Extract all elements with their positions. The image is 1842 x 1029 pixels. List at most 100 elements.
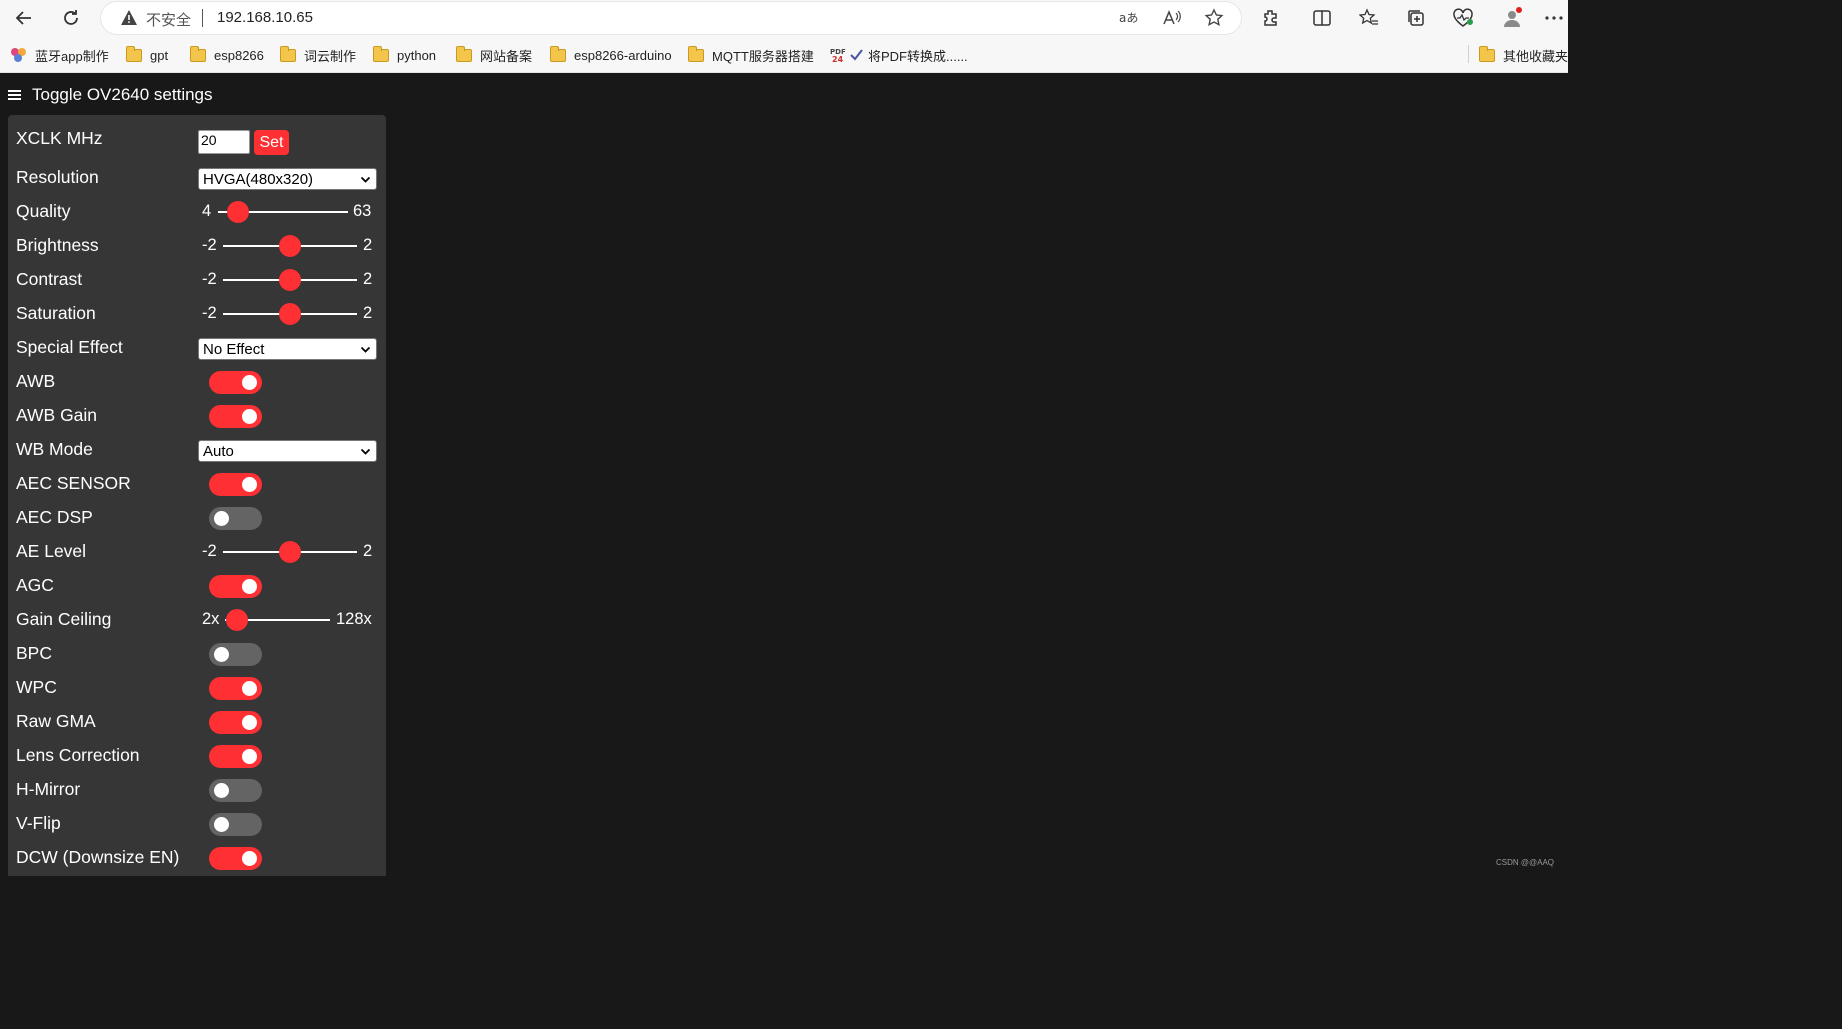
bookmark-folder[interactable]: python (373, 45, 436, 65)
bookmarks-bar: 蓝牙app制作 gpt esp8266 词云制作 python 网站备案 esp… (0, 36, 1568, 73)
other-bookmarks-folder[interactable]: 其他收藏夹 (1479, 45, 1568, 65)
toggle-knob (242, 715, 257, 730)
extensions-icon[interactable] (1257, 4, 1285, 32)
toggle-knob (214, 783, 229, 798)
agc-label: AGC (16, 575, 54, 595)
wpc-label: WPC (16, 677, 57, 697)
lens-correction-row: Lens Correction (8, 739, 386, 773)
bookmark-item[interactable]: 蓝牙app制作 (10, 45, 109, 65)
xclk-row: XCLK MHz 20 Set (8, 122, 386, 156)
chevron-down-icon (360, 172, 371, 189)
bookmark-item[interactable]: PDF 24 将PDF转换成...... (830, 45, 968, 65)
bookmark-folder[interactable]: esp8266-arduino (550, 45, 672, 65)
folder-icon (190, 45, 206, 62)
wpc-toggle[interactable] (209, 677, 262, 700)
resolution-row: Resolution HVGA(480x320) (8, 161, 386, 195)
bpc-toggle[interactable] (209, 643, 262, 666)
more-options-icon[interactable] (1540, 4, 1568, 32)
folder-icon (456, 45, 472, 62)
bookmark-folder[interactable]: 词云制作 (280, 45, 356, 65)
saturation-label: Saturation (16, 303, 96, 323)
awb-gain-row: AWB Gain (8, 399, 386, 433)
favorites-icon[interactable] (1355, 4, 1383, 32)
resolution-label: Resolution (16, 167, 99, 187)
saturation-row: Saturation -2 2 (8, 297, 386, 331)
bookmark-label: 将PDF转换成...... (868, 48, 968, 64)
brightness-slider-thumb[interactable] (279, 235, 301, 257)
v-flip-toggle[interactable] (209, 813, 262, 836)
bookmark-label: 网站备案 (480, 48, 533, 64)
address-bar[interactable]: 不安全 192.168.10.65 aあ (101, 2, 1241, 34)
read-aloud-icon[interactable] (1161, 7, 1183, 29)
checkmark-icon (850, 49, 863, 61)
folder-icon (1479, 45, 1495, 62)
gain-ceiling-max: 128x (336, 610, 372, 628)
special-effect-row: Special Effect No Effect (8, 331, 386, 365)
address-separator (202, 9, 203, 27)
ae-level-max: 2 (363, 542, 373, 560)
aec-sensor-label: AEC SENSOR (16, 473, 131, 493)
lens-correction-toggle[interactable] (209, 745, 262, 768)
h-mirror-row: H-Mirror (8, 773, 386, 807)
camera-web-page: Toggle OV2640 settings XCLK MHz 20 Set R… (0, 74, 1568, 876)
ae-level-slider-thumb[interactable] (279, 541, 301, 563)
awb-gain-toggle[interactable] (209, 405, 262, 428)
h-mirror-toggle[interactable] (209, 779, 262, 802)
special-effect-label: Special Effect (16, 337, 123, 357)
translate-icon[interactable]: aあ (1118, 7, 1140, 29)
warning-icon (120, 9, 138, 31)
saturation-slider-thumb[interactable] (279, 303, 301, 325)
chevron-down-icon (360, 444, 371, 461)
aec-dsp-toggle[interactable] (209, 507, 262, 530)
quality-slider-thumb[interactable] (227, 201, 249, 223)
bookmark-folder[interactable]: MQTT服务器搭建 (688, 45, 814, 65)
awb-row: AWB (8, 365, 386, 399)
contrast-slider-thumb[interactable] (279, 269, 301, 291)
awb-toggle[interactable] (209, 371, 262, 394)
profile-avatar-icon[interactable] (1498, 4, 1526, 32)
ae-level-row: AE Level -2 2 (8, 535, 386, 569)
xclk-input[interactable]: 20 (198, 130, 250, 154)
collections-icon[interactable] (1402, 4, 1430, 32)
browser-essentials-icon[interactable] (1449, 4, 1477, 32)
back-arrow-icon[interactable] (10, 4, 38, 32)
aec-sensor-toggle[interactable] (209, 473, 262, 496)
svg-text:24: 24 (832, 55, 844, 63)
awb-gain-label: AWB Gain (16, 405, 98, 425)
wb-mode-label: WB Mode (16, 439, 93, 459)
quality-min: 4 (202, 202, 212, 220)
bookmark-folder[interactable]: 网站备案 (456, 45, 532, 65)
dcw-row: DCW (Downsize EN) (8, 841, 386, 875)
reload-icon[interactable] (57, 4, 85, 32)
brightness-max: 2 (363, 236, 373, 254)
toggle-knob (242, 851, 257, 866)
url-text[interactable]: 192.168.10.65 (217, 9, 313, 26)
wb-mode-select[interactable]: Auto (198, 440, 377, 462)
browser-toolbar: 不安全 192.168.10.65 aあ (0, 0, 1568, 36)
aec-sensor-row: AEC SENSOR (8, 467, 386, 501)
raw-gma-toggle[interactable] (209, 711, 262, 734)
resolution-select[interactable]: HVGA(480x320) (198, 168, 377, 190)
toggle-knob (242, 375, 257, 390)
bookmark-folder[interactable]: gpt (126, 45, 168, 65)
hamburger-icon (8, 90, 21, 100)
special-effect-select[interactable]: No Effect (198, 338, 377, 360)
settings-toggle-label: Toggle OV2640 settings (32, 85, 213, 104)
dcw-label: DCW (Downsize EN) (16, 847, 180, 867)
ae-level-label: AE Level (16, 541, 87, 561)
toggle-knob (214, 647, 229, 662)
xclk-set-button[interactable]: Set (254, 130, 289, 155)
star-icon[interactable] (1203, 7, 1225, 29)
bookmark-folder[interactable]: esp8266 (190, 45, 264, 65)
xclk-label: XCLK MHz (16, 128, 103, 148)
agc-toggle[interactable] (209, 575, 262, 598)
brightness-label: Brightness (16, 235, 99, 255)
app-icon (10, 47, 27, 63)
quality-max: 63 (353, 202, 372, 220)
split-screen-icon[interactable] (1308, 4, 1336, 32)
gain-ceiling-slider-thumb[interactable] (226, 609, 248, 631)
dcw-toggle[interactable] (209, 847, 262, 870)
ae-level-min: -2 (202, 542, 217, 560)
aec-dsp-label: AEC DSP (16, 507, 93, 527)
settings-toggle[interactable]: Toggle OV2640 settings (8, 85, 213, 105)
